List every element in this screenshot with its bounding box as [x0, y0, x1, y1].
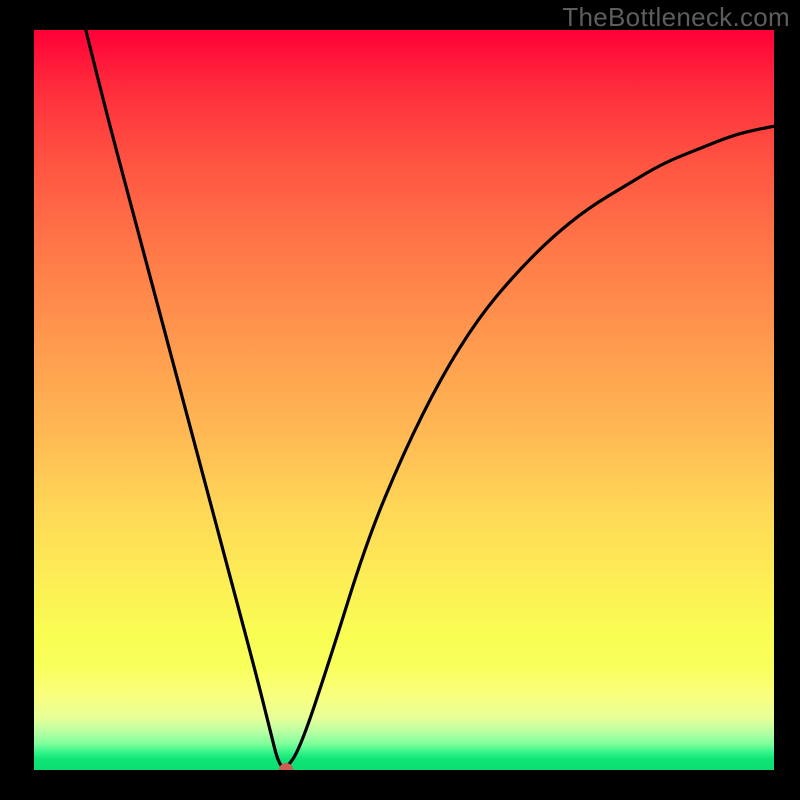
- watermark-text: TheBottleneck.com: [562, 2, 790, 33]
- chart-container: TheBottleneck.com: [0, 0, 800, 800]
- plot-area: [34, 30, 774, 770]
- bottleneck-curve-path: [86, 30, 774, 767]
- bottleneck-curve-svg: [34, 30, 774, 770]
- minimum-marker-dot: [279, 763, 293, 770]
